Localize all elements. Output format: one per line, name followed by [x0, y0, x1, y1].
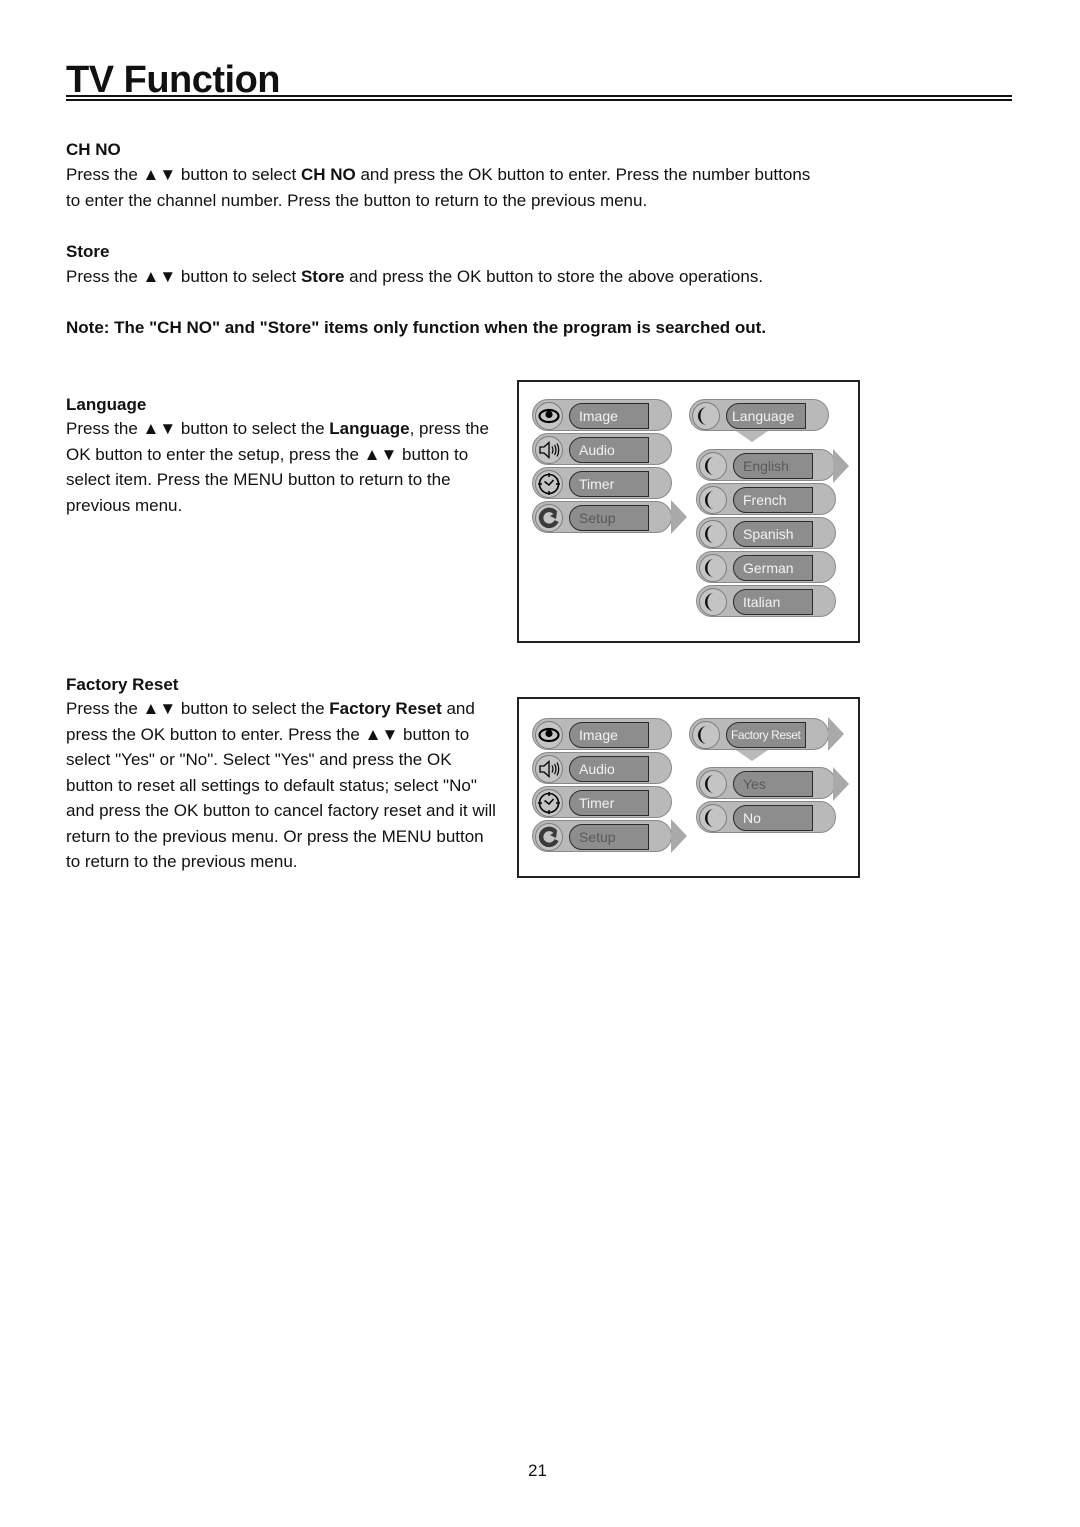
option-english: English	[696, 449, 836, 481]
text-run: Press the ▲▼ button to select the	[66, 699, 330, 718]
eye-icon	[535, 402, 563, 430]
option-italian: Italian	[696, 585, 836, 617]
option-label: No	[733, 805, 813, 831]
option-label: English	[733, 453, 813, 479]
crescent-icon	[699, 804, 727, 832]
selected-arrow-icon	[671, 819, 687, 853]
option-label: French	[733, 487, 813, 513]
speaker-icon	[535, 436, 563, 464]
menu-item-setup: Setup	[532, 501, 672, 533]
menu-item-audio: Audio	[532, 433, 672, 465]
note-text: Note: The "CH NO" and "Store" items only…	[66, 318, 767, 337]
crescent-icon	[699, 452, 727, 480]
submenu-title-label: Language	[726, 403, 806, 429]
setup-icon	[535, 504, 563, 532]
osd-factory-reset-illustration: Image Audio Timer Setup Factory Reset Ye…	[517, 697, 860, 878]
page-number: 21	[528, 1461, 547, 1480]
language-text: Press the ▲▼ button to select the Langua…	[66, 416, 498, 518]
crescent-icon	[699, 770, 727, 798]
crescent-icon	[699, 554, 727, 582]
text-run: and press the OK button to enter. Press …	[66, 699, 496, 871]
menu-item-label: Image	[569, 722, 649, 748]
crescent-icon	[699, 520, 727, 548]
text-run: and press the OK button to store the abo…	[344, 267, 764, 286]
pointer-down-icon	[736, 431, 768, 442]
factory-reset-text: Press the ▲▼ button to select the Factor…	[66, 696, 502, 875]
text-run: and press the OK button to enter. Press …	[355, 165, 811, 184]
option-label: German	[733, 555, 813, 581]
store-heading: Store	[66, 242, 110, 261]
title-rule-top	[66, 95, 1012, 97]
submenu-title-label: Factory Reset	[726, 722, 806, 748]
bold-run: Factory Reset	[329, 699, 442, 718]
osd-language-illustration: Image Audio Timer Setup Language English…	[517, 380, 860, 643]
option-label: Spanish	[733, 521, 813, 547]
language-heading: Language	[66, 395, 147, 414]
crescent-icon	[692, 402, 720, 430]
menu-item-label: Timer	[569, 790, 649, 816]
title-rule-bottom	[66, 99, 1012, 101]
menu-item-label: Audio	[569, 437, 649, 463]
selected-arrow-icon	[828, 717, 844, 751]
text-run: Press the ▲▼ button to select	[66, 165, 301, 184]
menu-item-image: Image	[532, 718, 672, 750]
menu-item-setup: Setup	[532, 820, 672, 852]
option-spanish: Spanish	[696, 517, 836, 549]
menu-item-timer: Timer	[532, 786, 672, 818]
ch-no-heading: CH NO	[66, 140, 121, 159]
menu-item-label: Setup	[569, 824, 649, 850]
ch-no-text: Press the ▲▼ button to select CH NO and …	[66, 162, 810, 213]
text-run: Press the ▲▼ button to select	[66, 267, 301, 286]
speaker-icon	[535, 755, 563, 783]
text-run: Press the ▲▼ button to select the	[66, 419, 330, 438]
option-no: No	[696, 801, 836, 833]
bold-run: Language	[329, 419, 410, 438]
menu-item-timer: Timer	[532, 467, 672, 499]
selected-arrow-icon	[833, 449, 849, 483]
submenu-title-language: Language	[689, 399, 829, 431]
crescent-icon	[699, 588, 727, 616]
option-french: French	[696, 483, 836, 515]
pointer-down-icon	[736, 750, 768, 761]
store-text: Press the ▲▼ button to select Store and …	[66, 264, 763, 290]
selected-arrow-icon	[833, 767, 849, 801]
bold-run: Store	[300, 267, 345, 286]
ch-no-line-2: to enter the channel number. Press the b…	[66, 190, 648, 210]
selected-arrow-icon	[671, 500, 687, 534]
eye-icon	[535, 721, 563, 749]
menu-item-label: Audio	[569, 756, 649, 782]
crescent-icon	[699, 486, 727, 514]
ch-no-line-1: Press the ▲▼ button to select CH NO and …	[66, 162, 810, 188]
menu-item-label: Setup	[569, 505, 649, 531]
option-yes: Yes	[696, 767, 836, 799]
clock-icon	[535, 470, 563, 498]
menu-item-image: Image	[532, 399, 672, 431]
menu-item-label: Image	[569, 403, 649, 429]
menu-item-audio: Audio	[532, 752, 672, 784]
clock-icon	[535, 789, 563, 817]
factory-reset-heading: Factory Reset	[66, 675, 179, 694]
option-german: German	[696, 551, 836, 583]
setup-icon	[535, 823, 563, 851]
option-label: Yes	[733, 771, 813, 797]
bold-run: CH NO	[300, 165, 356, 184]
menu-item-label: Timer	[569, 471, 649, 497]
submenu-title-factory-reset: Factory Reset	[689, 718, 829, 750]
option-label: Italian	[733, 589, 813, 615]
crescent-icon	[692, 721, 720, 749]
